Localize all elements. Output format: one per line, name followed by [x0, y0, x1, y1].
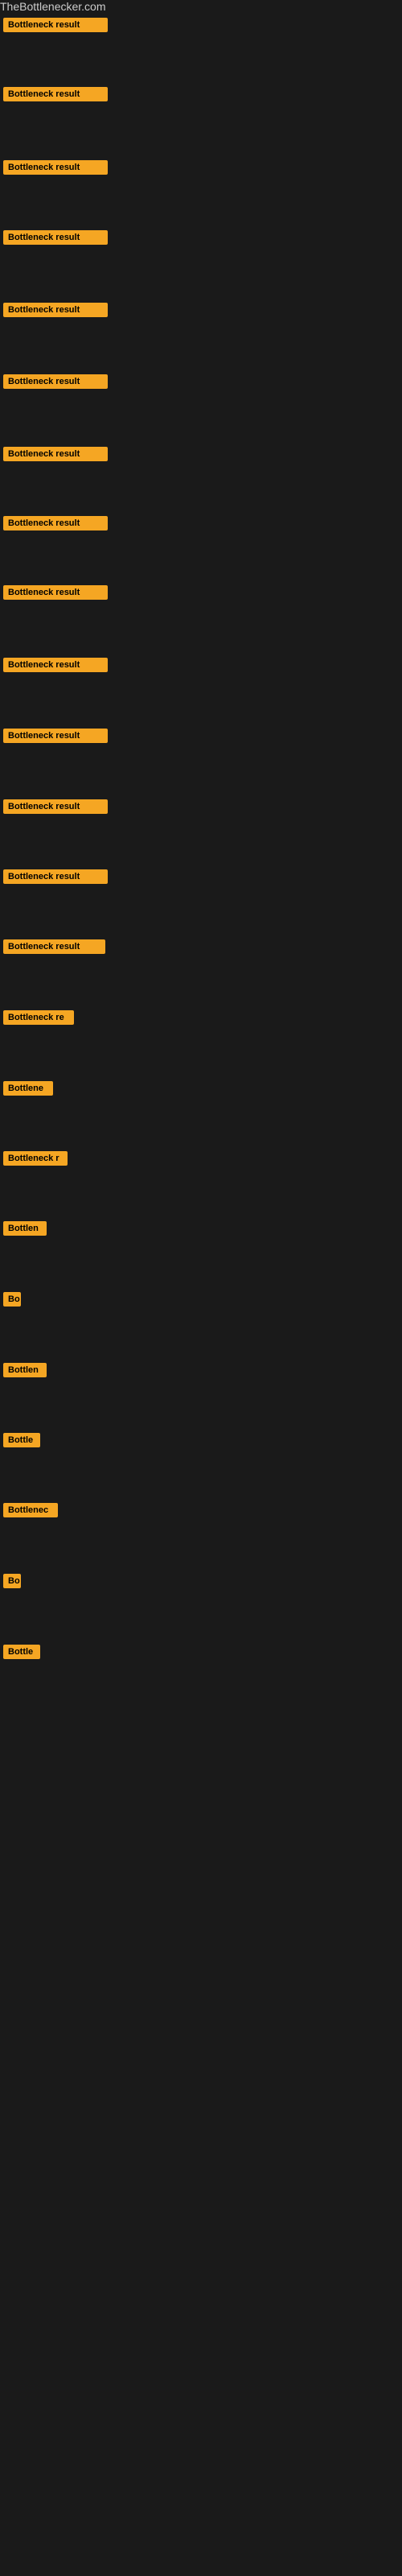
result-row: Bottleneck result [0, 936, 109, 961]
results-container: Bottleneck result Bottleneck result Bottle… [0, 14, 402, 2510]
bottleneck-badge[interactable]: Bottleneck result [3, 230, 108, 245]
result-row: Bottlenec [0, 1500, 61, 1525]
bottleneck-badge[interactable]: Bottleneck re [3, 1010, 74, 1025]
result-row: Bottleneck result [0, 371, 111, 396]
bottleneck-badge[interactable]: Bottlene [3, 1081, 53, 1096]
bottleneck-badge[interactable]: Bottleneck result [3, 18, 108, 32]
result-row: Bottle [0, 1641, 43, 1666]
result-row: Bo [0, 1289, 24, 1314]
result-row: Bottleneck result [0, 796, 111, 821]
result-row: Bottleneck result [0, 84, 111, 109]
result-row: Bottlen [0, 1218, 50, 1243]
result-row: Bottleneck result [0, 513, 111, 538]
bottleneck-badge[interactable]: Bottle [3, 1645, 40, 1659]
bottleneck-badge[interactable]: Bo [3, 1292, 21, 1307]
bottleneck-badge[interactable]: Bottleneck result [3, 160, 108, 175]
bottleneck-badge[interactable]: Bottlen [3, 1363, 47, 1377]
result-row: Bottleneck result [0, 654, 111, 679]
bottleneck-badge[interactable]: Bottleneck result [3, 516, 108, 530]
bottleneck-badge[interactable]: Bottleneck result [3, 87, 108, 101]
result-row: Bottleneck result [0, 444, 111, 469]
bottleneck-badge[interactable]: Bottleneck result [3, 447, 108, 461]
bottleneck-badge[interactable]: Bottle [3, 1433, 40, 1447]
bottleneck-badge[interactable]: Bottleneck result [3, 374, 108, 389]
result-row: Bottleneck result [0, 157, 111, 182]
bottleneck-badge[interactable]: Bottleneck result [3, 585, 108, 600]
bottleneck-badge[interactable]: Bottleneck r [3, 1151, 68, 1166]
result-row: Bottleneck result [0, 227, 111, 252]
result-row: Bottleneck result [0, 725, 111, 750]
result-row: Bottleneck re [0, 1007, 77, 1032]
bottleneck-badge[interactable]: Bottleneck result [3, 799, 108, 814]
result-row: Bottleneck result [0, 866, 111, 891]
result-row: Bottleneck result [0, 582, 111, 607]
bottleneck-badge[interactable]: Bottlen [3, 1221, 47, 1236]
bottleneck-badge[interactable]: Bottleneck result [3, 869, 108, 884]
result-row: Bottlen [0, 1360, 50, 1385]
bottleneck-badge[interactable]: Bottleneck result [3, 729, 108, 743]
result-row: Bo [0, 1571, 24, 1596]
site-header: TheBottlenecker.com [0, 0, 402, 14]
result-row: Bottlene [0, 1078, 56, 1103]
result-row: Bottleneck result [0, 299, 111, 324]
bottleneck-badge[interactable]: Bo [3, 1574, 21, 1588]
bottleneck-badge[interactable]: Bottlenec [3, 1503, 58, 1517]
result-row: Bottleneck result [0, 14, 111, 39]
bottleneck-badge[interactable]: Bottleneck result [3, 939, 105, 954]
bottleneck-badge[interactable]: Bottleneck result [3, 303, 108, 317]
bottleneck-badge[interactable]: Bottleneck result [3, 658, 108, 672]
result-row: Bottle [0, 1430, 43, 1455]
result-row: Bottleneck r [0, 1148, 71, 1173]
